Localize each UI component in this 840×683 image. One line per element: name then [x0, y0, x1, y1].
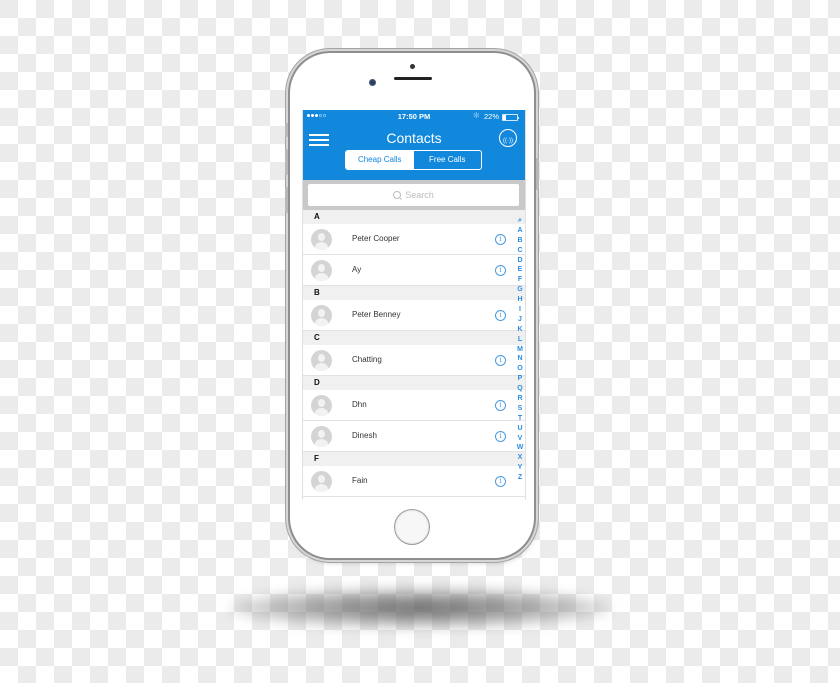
contact-row[interactable]: Fain i	[303, 466, 525, 497]
earpiece-speaker	[394, 77, 432, 80]
front-camera	[369, 79, 376, 86]
section-header-d: D	[303, 376, 525, 390]
search-placeholder: Search	[405, 190, 434, 200]
phone-shadow	[230, 588, 610, 628]
avatar	[311, 260, 332, 281]
index-letter-u[interactable]: U	[517, 424, 522, 434]
section-header-f: F	[303, 452, 525, 466]
index-letter-d[interactable]: D	[517, 256, 522, 266]
index-letter-j[interactable]: J	[518, 315, 522, 325]
index-letter-b[interactable]: B	[517, 236, 522, 246]
section-header-a: A	[303, 210, 525, 224]
battery-icon	[502, 114, 519, 121]
index-letter-q[interactable]: Q	[517, 384, 522, 394]
info-icon[interactable]: i	[495, 310, 506, 321]
contact-list: A Peter Cooper i Ay i B Peter Benney i C Chatting…	[303, 210, 525, 497]
index-letter-s[interactable]: S	[518, 404, 523, 414]
avatar	[311, 426, 332, 447]
index-letter-i[interactable]: I	[519, 305, 521, 315]
avatar	[311, 350, 332, 371]
contact-name: Fain	[352, 476, 368, 485]
index-letter-w[interactable]: W	[517, 443, 524, 453]
index-letter-g[interactable]: G	[517, 285, 522, 295]
info-icon[interactable]: i	[495, 476, 506, 487]
contact-name: Dinesh	[352, 431, 377, 440]
contact-name: Ay	[352, 265, 362, 274]
volume-down-button	[285, 187, 288, 213]
contact-row[interactable]: Dinesh i	[303, 421, 525, 452]
wifi-broadcast-glyph: ((·))	[503, 138, 513, 144]
index-letter-o[interactable]: O	[517, 364, 522, 374]
wifi-broadcast-icon[interactable]: ((·))	[499, 129, 517, 147]
tab-free-calls[interactable]: Free Calls	[414, 151, 482, 169]
contact-name: Chatting	[352, 355, 382, 364]
volume-up-button	[285, 149, 288, 175]
contact-row[interactable]: Peter Cooper i	[303, 224, 525, 255]
index-letter-e[interactable]: E	[518, 265, 523, 275]
app-header: 17:50 PM ✻ 22% Contacts ((·)) Cheap Call…	[303, 110, 525, 180]
bluetooth-icon: ✻	[473, 111, 480, 120]
call-type-segmented-control: Cheap Calls Free Calls	[345, 150, 482, 170]
contact-row[interactable]: Ay i	[303, 255, 525, 286]
info-icon[interactable]: i	[495, 355, 506, 366]
index-letter-h[interactable]: H	[517, 295, 522, 305]
search-icon	[393, 191, 402, 199]
index-letter-p[interactable]: P	[518, 374, 523, 384]
search-bar: Search	[303, 180, 525, 210]
index-letter-n[interactable]: N	[517, 354, 522, 364]
home-button[interactable]	[394, 509, 430, 545]
alphabet-index[interactable]: ⌕ A B C D E F G H I J K L M N O P Q R S T U V W X Y Z	[515, 216, 525, 483]
avatar	[311, 395, 332, 416]
avatar	[311, 471, 332, 492]
info-icon[interactable]: i	[495, 400, 506, 411]
contact-name: Peter Cooper	[352, 234, 400, 243]
section-header-c: C	[303, 331, 525, 345]
index-letter-y[interactable]: Y	[518, 463, 523, 473]
index-letter-c[interactable]: C	[517, 246, 522, 256]
index-letter-x[interactable]: X	[518, 453, 523, 463]
info-icon[interactable]: i	[495, 234, 506, 245]
proximity-sensor	[410, 64, 415, 69]
index-letter-l[interactable]: L	[518, 335, 522, 345]
index-letter-f[interactable]: F	[518, 275, 522, 285]
tab-cheap-calls[interactable]: Cheap Calls	[346, 151, 414, 169]
status-bar: 17:50 PM ✻ 22%	[303, 110, 525, 123]
search-input[interactable]: Search	[308, 184, 519, 206]
app-screen: 17:50 PM ✻ 22% Contacts ((·)) Cheap Call…	[302, 110, 526, 500]
index-letter-z[interactable]: Z	[518, 473, 522, 483]
phone-frame: 17:50 PM ✻ 22% Contacts ((·)) Cheap Call…	[285, 53, 539, 558]
contact-row[interactable]: Dhn i	[303, 390, 525, 421]
index-search-icon[interactable]: ⌕	[518, 216, 522, 226]
avatar	[311, 305, 332, 326]
avatar	[311, 229, 332, 250]
index-letter-k[interactable]: K	[517, 325, 522, 335]
index-letter-t[interactable]: T	[518, 414, 522, 424]
contact-row[interactable]: Peter Benney i	[303, 300, 525, 331]
index-letter-r[interactable]: R	[517, 394, 522, 404]
info-icon[interactable]: i	[495, 431, 506, 442]
battery-percent: 22%	[484, 112, 500, 121]
index-letter-m[interactable]: M	[517, 345, 523, 355]
index-letter-v[interactable]: V	[518, 434, 523, 444]
contact-row[interactable]: Chatting i	[303, 345, 525, 376]
index-letter-a[interactable]: A	[517, 226, 522, 236]
page-title: Contacts	[386, 130, 442, 146]
section-header-b: B	[303, 286, 525, 300]
contact-name: Dhn	[352, 400, 367, 409]
power-button	[536, 158, 539, 190]
mute-switch	[285, 123, 288, 137]
info-icon[interactable]: i	[495, 265, 506, 276]
contact-name: Peter Benney	[352, 310, 401, 319]
